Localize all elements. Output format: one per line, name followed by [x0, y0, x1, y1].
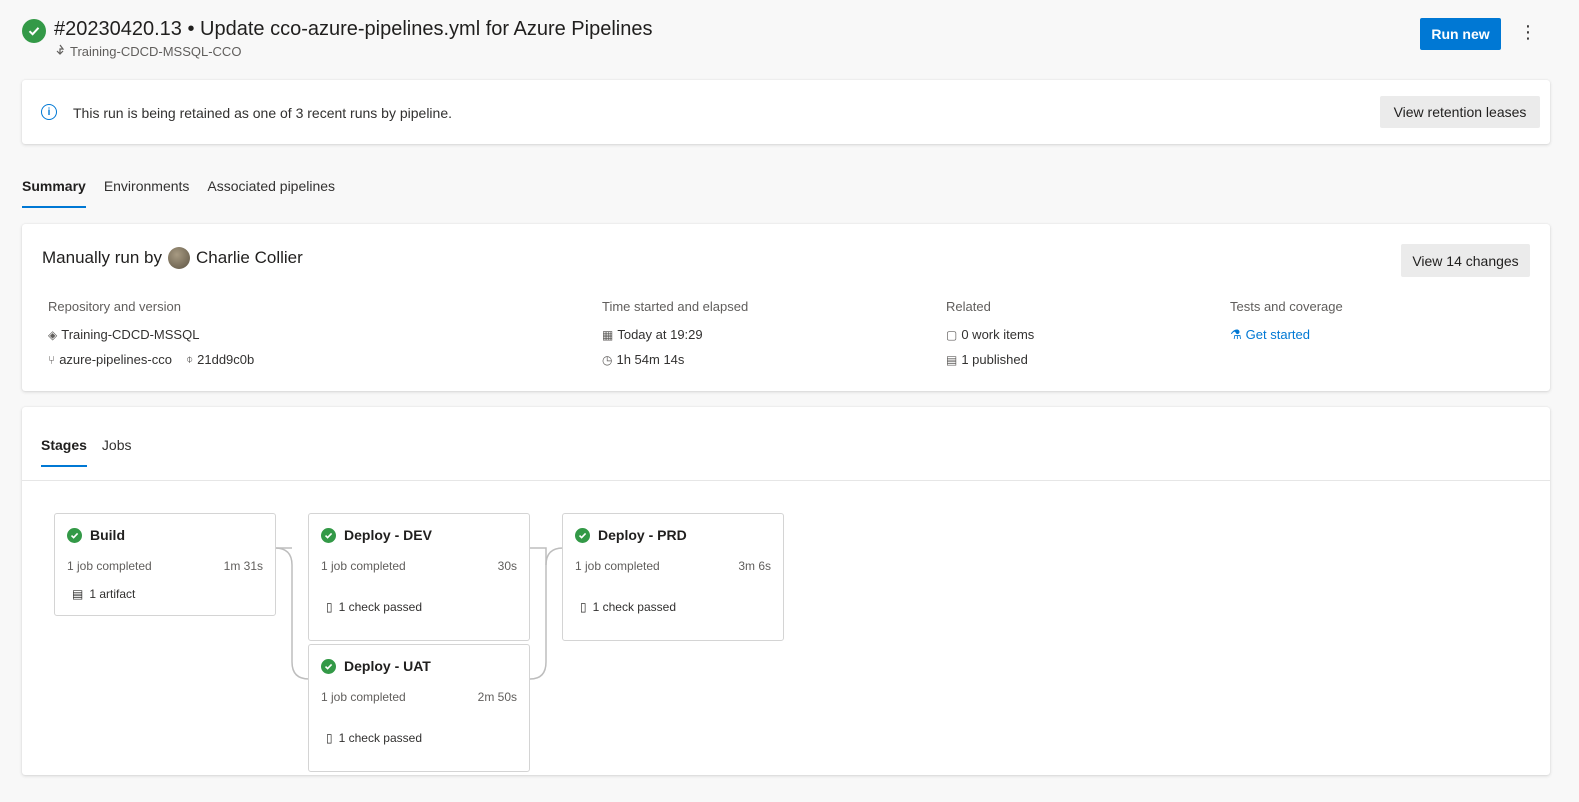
- stage-meta: 1 job completed 2m 50s: [321, 690, 517, 704]
- stage-deploy-uat[interactable]: Deploy - UAT 1 job completed 2m 50s ▯ 1 …: [308, 644, 530, 772]
- view-retention-leases-button[interactable]: View retention leases: [1380, 96, 1540, 128]
- artifact-link[interactable]: ▤ 1 artifact: [72, 587, 135, 601]
- stage-title: Deploy - DEV: [321, 527, 432, 543]
- checklist-icon: ▯: [326, 731, 333, 745]
- tab-environments[interactable]: Environments: [104, 178, 190, 208]
- artifact-count[interactable]: 1 artifact: [89, 587, 135, 601]
- stage-jobs: 1 job completed: [67, 559, 152, 573]
- run-new-button[interactable]: Run new: [1420, 18, 1501, 50]
- stage-jobs: 1 job completed: [321, 559, 406, 573]
- repository-name[interactable]: Training-CDCD-MSSQL: [61, 327, 199, 342]
- pipeline-name[interactable]: Training-CDCD-MSSQL-CCO: [70, 44, 241, 59]
- stage-meta: 1 job completed 30s: [321, 559, 517, 573]
- artifact-icon: ▤: [72, 587, 84, 601]
- stage-duration: 3m 6s: [738, 559, 771, 573]
- stage-deploy-dev[interactable]: Deploy - DEV 1 job completed 30s ▯ 1 che…: [308, 513, 530, 641]
- work-items-count[interactable]: 0 work items: [961, 327, 1034, 342]
- divider: [22, 480, 1550, 481]
- run-tabs: Summary Environments Associated pipeline…: [22, 178, 335, 208]
- tab-associated-pipelines[interactable]: Associated pipelines: [207, 178, 335, 208]
- started-row: ▦ Today at 19:29: [602, 322, 748, 347]
- success-check-icon: [575, 527, 590, 543]
- stage-title: Deploy - UAT: [321, 658, 431, 674]
- avatar: [168, 247, 191, 269]
- success-check-icon: [321, 527, 336, 543]
- artifact-icon: ▤: [946, 352, 958, 367]
- tab-jobs[interactable]: Jobs: [102, 437, 132, 467]
- run-by: Manually run by Charlie Collier: [42, 247, 303, 269]
- stage-duration: 2m 50s: [477, 690, 517, 704]
- branch-row: ⑂ azure-pipelines-cco ⌽ 21dd9c0b: [48, 347, 254, 372]
- pipeline-link[interactable]: Training-CDCD-MSSQL-CCO: [54, 44, 241, 59]
- checks-link[interactable]: ▯ 1 check passed: [326, 600, 422, 614]
- elapsed-row: ◷ 1h 54m 14s: [602, 347, 748, 372]
- stages-card: Stages Jobs Build 1 job completed 1m 31s…: [22, 407, 1550, 775]
- repository-link[interactable]: ◈ Training-CDCD-MSSQL: [48, 322, 254, 347]
- stage-name: Deploy - UAT: [344, 658, 431, 674]
- calendar-icon: ▦: [602, 327, 614, 342]
- stages-tabs: Stages Jobs: [41, 437, 132, 467]
- success-status-icon: [22, 19, 46, 43]
- info-icon: i: [41, 104, 57, 120]
- checks-count[interactable]: 1 check passed: [339, 731, 422, 745]
- stage-name: Deploy - PRD: [598, 527, 687, 543]
- get-started-link[interactable]: ⚗ Get started: [1230, 322, 1343, 347]
- beaker-icon: ⚗: [1230, 326, 1242, 342]
- branch-icon: ⑂: [48, 352, 56, 367]
- success-check-icon: [321, 658, 336, 674]
- started-time: Today at 19:29: [617, 327, 703, 342]
- stage-jobs: 1 job completed: [321, 690, 406, 704]
- time-column: Time started and elapsed ▦ Today at 19:2…: [602, 299, 748, 372]
- get-started-label[interactable]: Get started: [1246, 327, 1310, 342]
- retention-banner: i This run is being retained as one of 3…: [22, 80, 1550, 144]
- checks-link[interactable]: ▯ 1 check passed: [580, 600, 676, 614]
- stage-meta: 1 job completed 3m 6s: [575, 559, 771, 573]
- stage-title: Deploy - PRD: [575, 527, 687, 543]
- run-header: #20230420.13 • Update cco-azure-pipeline…: [22, 16, 1551, 64]
- work-items-row[interactable]: ▢ 0 work items: [946, 322, 1034, 347]
- stage-name: Deploy - DEV: [344, 527, 432, 543]
- run-summary-card: Manually run by Charlie Collier View 14 …: [22, 224, 1550, 391]
- stage-title: Build: [67, 527, 125, 543]
- related-column: Related ▢ 0 work items ▤ 1 published: [946, 299, 1034, 372]
- commit-id[interactable]: 21dd9c0b: [197, 352, 254, 367]
- repo-icon: ◈: [48, 327, 58, 342]
- clock-icon: ◷: [602, 352, 613, 367]
- pipeline-icon: [54, 44, 66, 59]
- stage-deploy-prd[interactable]: Deploy - PRD 1 job completed 3m 6s ▯ 1 c…: [562, 513, 784, 641]
- run-title: #20230420.13 • Update cco-azure-pipeline…: [54, 18, 653, 40]
- checklist-icon: ▯: [326, 600, 333, 614]
- stage-meta: 1 job completed 1m 31s: [67, 559, 263, 573]
- retention-message: This run is being retained as one of 3 r…: [73, 105, 453, 121]
- tests-column: Tests and coverage ⚗ Get started: [1230, 299, 1343, 347]
- run-by-user[interactable]: Charlie Collier: [196, 248, 303, 268]
- stage-duration: 1m 31s: [223, 559, 263, 573]
- stage-jobs: 1 job completed: [575, 559, 660, 573]
- tab-summary[interactable]: Summary: [22, 178, 86, 208]
- published-row[interactable]: ▤ 1 published: [946, 347, 1034, 372]
- repository-heading: Repository and version: [48, 299, 181, 314]
- tab-stages[interactable]: Stages: [41, 437, 87, 467]
- time-heading: Time started and elapsed: [602, 299, 749, 314]
- view-changes-button[interactable]: View 14 changes: [1401, 244, 1530, 277]
- stage-duration: 30s: [497, 559, 517, 573]
- commit-icon: ⌽: [185, 352, 194, 366]
- success-check-icon: [67, 527, 82, 543]
- related-heading: Related: [946, 299, 991, 314]
- stage-name: Build: [90, 527, 125, 543]
- checks-count[interactable]: 1 check passed: [593, 600, 676, 614]
- stage-build[interactable]: Build 1 job completed 1m 31s ▤ 1 artifac…: [54, 513, 276, 616]
- checks-link[interactable]: ▯ 1 check passed: [326, 731, 422, 745]
- published-count[interactable]: 1 published: [961, 352, 1028, 367]
- checks-count[interactable]: 1 check passed: [339, 600, 422, 614]
- run-by-label: Manually run by: [42, 248, 163, 267]
- more-actions-icon[interactable]: ⋮: [1519, 22, 1537, 42]
- checklist-icon: ▯: [580, 600, 587, 614]
- repository-column: Repository and version ◈ Training-CDCD-M…: [48, 299, 254, 372]
- branch-name[interactable]: azure-pipelines-cco: [59, 352, 172, 367]
- elapsed-time: 1h 54m 14s: [616, 352, 685, 367]
- tests-heading: Tests and coverage: [1230, 299, 1343, 314]
- work-items-icon: ▢: [946, 327, 958, 342]
